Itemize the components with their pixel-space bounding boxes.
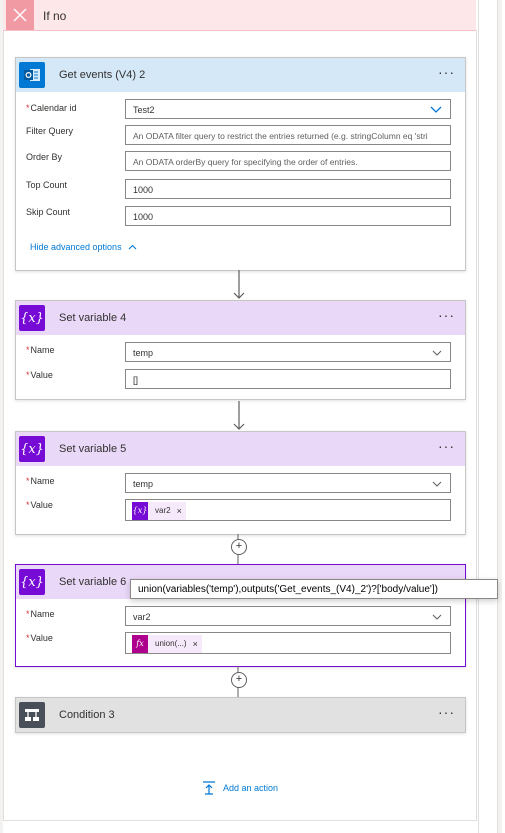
order-by-label: Order By xyxy=(26,152,63,162)
filter-query-row: Filter Query An ODATA filter query to re… xyxy=(16,123,465,149)
set-variable-5-card: {x} Set variable 5 ··· *Name temp *Value… xyxy=(15,431,466,535)
card-title: Set variable 5 xyxy=(59,443,127,455)
variable-icon: {x} xyxy=(19,305,45,331)
condition-3-card: Condition 3 ··· xyxy=(15,697,466,733)
top-count-input[interactable]: 1000 xyxy=(125,179,451,199)
more-options-button[interactable]: ··· xyxy=(438,705,455,719)
skip-count-label: Skip Count xyxy=(26,207,71,217)
filter-query-input[interactable]: An ODATA filter query to restrict the en… xyxy=(125,125,451,145)
set-variable-4-header[interactable]: {x} Set variable 4 ··· xyxy=(16,301,465,335)
value-label: *Value xyxy=(26,633,53,643)
add-action-icon xyxy=(203,781,215,795)
dynamic-content-token[interactable]: {x} var2 × xyxy=(132,502,186,520)
value-row: *Value {x} var2 × xyxy=(16,498,465,524)
value-row: *Value fx union(...) × xyxy=(16,631,465,657)
value-input[interactable]: fx union(...) × xyxy=(125,632,451,654)
more-options-button[interactable]: ··· xyxy=(438,65,455,79)
condition-icon xyxy=(19,702,45,728)
variable-icon: {x} xyxy=(132,502,148,520)
get-events-card: Get events (V4) 2 ··· *Calendar id Test2… xyxy=(15,57,466,271)
name-row: *Name temp xyxy=(16,341,465,367)
token-label: var2 xyxy=(155,506,171,515)
close-icon xyxy=(6,0,34,30)
scrollbar-track[interactable] xyxy=(497,0,502,833)
card-title: Set variable 4 xyxy=(59,312,127,324)
top-count-label: Top Count xyxy=(26,180,68,190)
chevron-down-icon xyxy=(432,350,442,356)
value-label: *Value xyxy=(26,370,53,380)
token-label: union(...) xyxy=(155,639,187,648)
remove-token-icon[interactable]: × xyxy=(177,502,182,520)
flow-arrow xyxy=(233,401,245,430)
branch-title: If no xyxy=(43,9,67,23)
set-variable-5-header[interactable]: {x} Set variable 5 ··· xyxy=(16,432,465,466)
order-by-row: Order By An ODATA orderBy query for spec… xyxy=(16,149,465,175)
hide-advanced-options-label: Hide advanced options xyxy=(30,242,122,252)
skip-count-input[interactable]: 1000 xyxy=(125,206,451,226)
more-options-button[interactable]: ··· xyxy=(438,308,455,322)
get-events-card-header[interactable]: Get events (V4) 2 ··· xyxy=(16,58,465,92)
if-no-branch-header[interactable]: If no xyxy=(3,0,476,31)
skip-count-row: Skip Count 1000 xyxy=(16,201,465,227)
name-dropdown[interactable]: temp xyxy=(125,342,451,362)
calendar-id-label: *Calendar id xyxy=(26,103,77,113)
chevron-down-icon xyxy=(430,106,442,113)
remove-token-icon[interactable]: × xyxy=(193,635,198,653)
condition-3-header[interactable]: Condition 3 ··· xyxy=(16,698,465,732)
card-title: Get events (V4) 2 xyxy=(59,69,146,81)
filter-query-label: Filter Query xyxy=(26,126,74,136)
name-row: *Name var2 xyxy=(16,605,465,631)
variable-icon: {x} xyxy=(19,569,45,595)
value-label: *Value xyxy=(26,500,53,510)
name-dropdown[interactable]: temp xyxy=(125,473,451,493)
name-label: *Name xyxy=(26,345,55,355)
calendar-id-dropdown[interactable]: Test2 xyxy=(125,99,451,119)
set-variable-4-card: {x} Set variable 4 ··· *Name temp *Value… xyxy=(15,300,466,400)
name-label: *Name xyxy=(26,609,55,619)
chevron-down-icon xyxy=(432,614,442,620)
chevron-down-icon xyxy=(432,481,442,487)
name-dropdown[interactable]: var2 xyxy=(125,606,451,626)
name-label: *Name xyxy=(26,476,55,486)
insert-step-button[interactable]: + xyxy=(231,539,247,555)
card-title: Set variable 6 xyxy=(59,576,127,588)
chevron-up-icon xyxy=(128,244,136,250)
variable-icon: {x} xyxy=(19,436,45,462)
value-row: *Value [] xyxy=(16,367,465,393)
order-by-input[interactable]: An ODATA orderBy query for specifying th… xyxy=(125,151,451,171)
add-an-action-button[interactable]: Add an action xyxy=(202,781,278,795)
calendar-id-row: *Calendar id Test2 xyxy=(16,97,465,123)
value-input[interactable]: {x} var2 × xyxy=(125,499,451,521)
expression-token[interactable]: fx union(...) × xyxy=(132,635,202,653)
more-options-button[interactable]: ··· xyxy=(438,439,455,453)
fx-icon: fx xyxy=(132,635,148,653)
value-input[interactable]: [] xyxy=(125,369,451,389)
card-title: Condition 3 xyxy=(59,709,115,721)
hide-advanced-options-link[interactable]: Hide advanced options xyxy=(30,242,137,252)
expression-tooltip: union(variables('temp'),outputs('Get_eve… xyxy=(130,579,498,599)
insert-step-button[interactable]: + xyxy=(231,672,247,688)
name-row: *Name temp xyxy=(16,472,465,498)
top-count-row: Top Count 1000 xyxy=(16,175,465,201)
add-action-label: Add an action xyxy=(223,783,279,793)
outlook-calendar-icon xyxy=(19,62,45,88)
flow-arrow xyxy=(233,270,245,299)
